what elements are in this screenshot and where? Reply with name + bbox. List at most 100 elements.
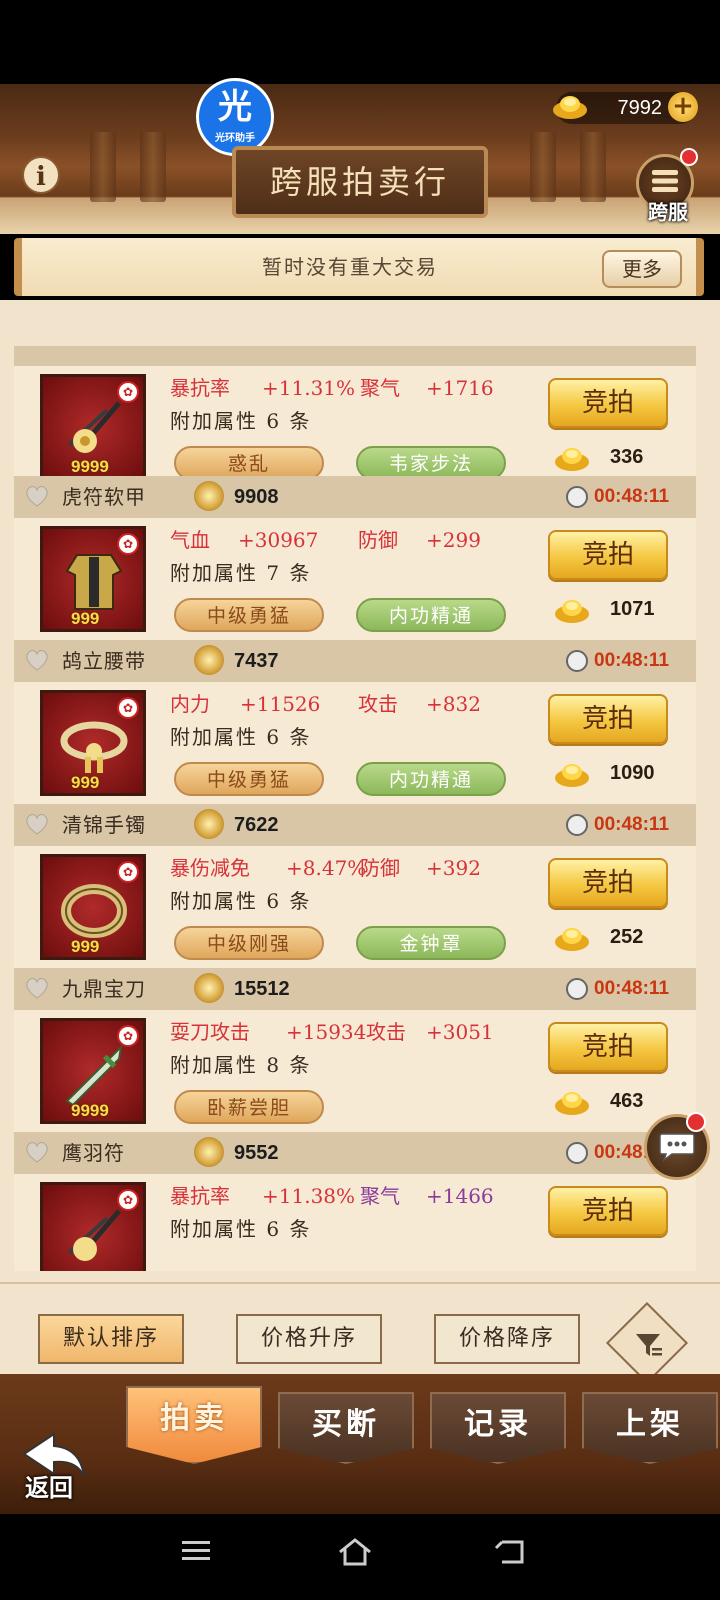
heart-icon[interactable] [24, 812, 50, 836]
auction-item: ✿ 999 气血 +30967 防御 +299 附加属性 7 条 中级勇猛 内功… [14, 518, 696, 640]
quality-badge: ✿ [117, 1025, 139, 1047]
item-header: 清锦手镯 7622 00:48:11 [14, 804, 696, 846]
timer: 00:48:11 [594, 486, 670, 507]
bid-button[interactable]: 竞拍 [548, 378, 668, 428]
skill-tag: 惑乱 [174, 446, 324, 480]
item-count: 999 [71, 773, 100, 792]
gold-ingot-icon [555, 764, 589, 787]
item-icon-frame[interactable]: ✿ 999 [40, 690, 146, 796]
heart-icon[interactable] [24, 1140, 50, 1164]
clock-icon [566, 814, 588, 836]
filter-icon [636, 1334, 662, 1356]
stat-value: +8.47% [286, 856, 367, 880]
item-icon-frame[interactable]: ✿ 9999 [40, 374, 146, 480]
bid-button[interactable]: 竞拍 [548, 694, 668, 744]
item-icon-frame[interactable]: ✿ 999 [40, 526, 146, 632]
extra-attributes: 附加属性 6 条 [170, 1217, 312, 1241]
skill-tag: 金钟罩 [356, 926, 506, 960]
sword-icon [65, 1044, 123, 1107]
item-header: 鹰羽符 9552 00:48:11 [14, 1132, 696, 1174]
quality-badge: ✿ [117, 381, 139, 403]
extra-attributes: 附加属性 6 条 [170, 889, 312, 913]
price: 336 [610, 446, 644, 468]
item-header [14, 346, 696, 366]
bracelet-icon [61, 884, 127, 938]
skill-tag: 中级勇猛 [174, 762, 324, 796]
gold-ingot-icon [555, 1092, 589, 1115]
item-name: 鹰羽符 [62, 1141, 125, 1165]
cross-server-label: 跨服 [648, 200, 688, 224]
helper-logo[interactable]: 光 光环助手 [196, 78, 274, 156]
bid-button[interactable]: 竞拍 [548, 1186, 668, 1236]
bid-button[interactable]: 竞拍 [548, 530, 668, 580]
auction-list[interactable]: ✿ 9999 暴抗率 +11.31% 聚气 +1716 附加属性 6 条 惑乱 … [14, 346, 696, 1271]
auction-item: ✿ 9999 耍刀攻击 +15934 攻击 +3051 附加属性 8 条 卧薪尝… [14, 1010, 696, 1132]
auction-item: ✿ 9999 暴抗率 +11.31% 聚气 +1716 附加属性 6 条 惑乱 … [14, 366, 696, 488]
heart-icon[interactable] [24, 976, 50, 1000]
more-button[interactable]: 更多 [602, 250, 682, 288]
armor-icon [65, 554, 123, 610]
extra-attributes: 附加属性 8 条 [170, 1053, 312, 1077]
stat-name: 内力 [170, 692, 210, 716]
back-icon[interactable] [492, 1536, 528, 1568]
bid-button[interactable]: 竞拍 [548, 1022, 668, 1072]
stat-value: +1466 [426, 1184, 494, 1208]
notification-dot [686, 1112, 706, 1132]
quality-badge: ✿ [117, 533, 139, 555]
item-name: 九鼎宝刀 [62, 977, 146, 1001]
stat-name: 耍刀攻击 [170, 1020, 250, 1044]
recent-apps-icon[interactable] [180, 1536, 212, 1566]
status-bar [0, 0, 720, 84]
skill-tag: 韦家步法 [356, 446, 506, 480]
power-icon [194, 973, 224, 1003]
skill-tag: 中级勇猛 [174, 598, 324, 632]
price: 463 [610, 1090, 644, 1112]
price: 1071 [610, 598, 655, 620]
item-icon-frame[interactable]: ✿ 999 [40, 854, 146, 960]
power-icon [194, 809, 224, 839]
add-gold-button[interactable]: + [668, 92, 698, 122]
item-icon-frame[interactable]: ✿ [40, 1182, 146, 1271]
heart-icon[interactable] [24, 648, 50, 672]
info-button[interactable]: i [22, 156, 60, 194]
power-icon [194, 1137, 224, 1167]
pin-icon [67, 401, 121, 453]
sort-price-asc-button[interactable]: 价格升序 [236, 1314, 382, 1364]
timer: 00:48:11 [594, 650, 670, 671]
item-header: 虎符软甲 9908 00:48:11 [14, 476, 696, 518]
roof-tile [530, 132, 556, 202]
power-icon [194, 481, 224, 511]
stat-name: 聚气 [360, 1184, 400, 1208]
power-value: 7437 [234, 650, 279, 672]
stat-value: +392 [426, 856, 481, 880]
clock-icon [566, 486, 588, 508]
power-icon [194, 645, 224, 675]
timer: 00:48:11 [594, 814, 670, 835]
notice-text: 暂时没有重大交易 [262, 255, 438, 279]
stat-name: 防御 [360, 856, 400, 880]
auction-item: ✿ 暴抗率 +11.38% 聚气 +1466 附加属性 6 条 竞拍 [14, 1174, 696, 1271]
sort-default-button[interactable]: 默认排序 [38, 1314, 184, 1364]
menu-icon [652, 170, 678, 192]
stat-name: 攻击 [358, 692, 398, 716]
skill-tag: 内功精通 [356, 762, 506, 796]
pin-icon [67, 1209, 121, 1261]
chat-icon [659, 1133, 695, 1162]
home-icon[interactable] [336, 1536, 374, 1568]
quality-badge: ✿ [117, 697, 139, 719]
sort-price-desc-button[interactable]: 价格降序 [434, 1314, 580, 1364]
item-count: 999 [71, 609, 100, 628]
stat-value: +1716 [426, 376, 494, 400]
back-button-label[interactable]: 返回 [14, 1468, 84, 1503]
price: 1090 [610, 762, 655, 784]
skill-tag: 卧薪尝胆 [174, 1090, 324, 1124]
gold-ingot-icon [553, 96, 587, 119]
bid-button[interactable]: 竞拍 [548, 858, 668, 908]
stat-value: +299 [426, 528, 481, 552]
item-name: 清锦手镯 [62, 813, 146, 837]
auction-item: ✿ 999 内力 +11526 攻击 +832 附加属性 6 条 中级勇猛 内功… [14, 682, 696, 804]
heart-icon[interactable] [24, 484, 50, 508]
item-icon-frame[interactable]: ✿ 9999 [40, 1018, 146, 1124]
item-count: 9999 [71, 457, 109, 476]
stat-value: +15934 [286, 1020, 367, 1044]
